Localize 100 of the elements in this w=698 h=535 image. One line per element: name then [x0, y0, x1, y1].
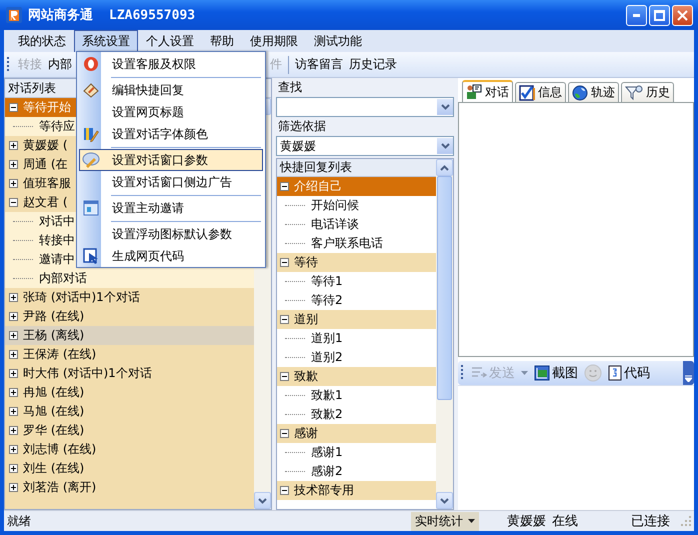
scroll-down-button[interactable]: [436, 492, 453, 509]
tree-item[interactable]: 致歉: [277, 367, 436, 386]
menu-item[interactable]: 个人设置: [138, 30, 202, 52]
tab[interactable]: 历史: [621, 82, 674, 102]
expand-icon[interactable]: [9, 445, 18, 454]
tree-item[interactable]: 等待: [277, 253, 436, 272]
menu-item[interactable]: 编辑快捷回复: [79, 79, 263, 101]
toolbar-button[interactable]: 访客留言: [292, 56, 346, 73]
edit-icon: [83, 82, 99, 98]
collapse-icon[interactable]: [280, 258, 289, 267]
screenshot-button[interactable]: 截图: [532, 364, 580, 382]
chevron-down-icon: [440, 143, 450, 149]
tree-item[interactable]: 内部对话: [39, 270, 87, 287]
expand-icon[interactable]: [9, 312, 18, 321]
scroll-down-button[interactable]: [254, 492, 271, 509]
tree-item[interactable]: 开始问候: [311, 197, 359, 214]
menu-item[interactable]: 设置对话窗口参数: [79, 149, 263, 171]
menu-item[interactable]: 设置对话窗口侧边广告: [79, 171, 263, 193]
toolbar-button[interactable]: 历史记录: [346, 56, 400, 73]
menu-item[interactable]: 帮助: [202, 30, 242, 52]
tab[interactable]: 轨迹: [568, 82, 619, 102]
screenshot-icon: [534, 365, 550, 381]
close-button[interactable]: [672, 4, 693, 26]
close-icon: [677, 10, 688, 20]
tree-item[interactable]: 感谢: [277, 424, 436, 443]
menu-item[interactable]: 测试功能: [306, 30, 370, 52]
menu-item[interactable]: 系统设置: [74, 30, 138, 52]
tree-item[interactable]: 等待1: [311, 273, 343, 290]
tab[interactable]: 信息: [515, 82, 566, 102]
status-text: 黄媛媛: [507, 513, 546, 530]
collapse-icon[interactable]: [9, 103, 18, 112]
tree-item[interactable]: 道别2: [311, 349, 343, 366]
tree-item[interactable]: 转接中: [39, 232, 75, 249]
menu-item[interactable]: 设置主动邀请: [79, 197, 263, 219]
expand-icon[interactable]: [9, 464, 18, 473]
maximize-icon: [654, 10, 665, 20]
menu-item[interactable]: 生成网页代码: [79, 245, 263, 267]
expand-icon[interactable]: [9, 369, 18, 378]
expand-icon[interactable]: [9, 179, 18, 188]
chevron-up-icon: [440, 164, 449, 170]
collapse-icon[interactable]: [280, 372, 289, 381]
maximize-button[interactable]: [649, 4, 670, 26]
tree-item[interactable]: 邀请中: [39, 251, 75, 268]
tree-item[interactable]: 客户联系电话: [311, 235, 383, 252]
collapse-icon[interactable]: [280, 315, 289, 324]
menu-item[interactable]: 我的状态: [10, 30, 74, 52]
caret-icon: [468, 519, 475, 523]
tree-item[interactable]: 道别: [277, 310, 436, 329]
tab[interactable]: 对话: [462, 80, 513, 102]
menu-item[interactable]: 设置浮动图标默认参数: [79, 223, 263, 245]
stats-dropdown[interactable]: 实时统计: [411, 512, 479, 530]
wrench-icon: [82, 152, 100, 168]
tree-item[interactable]: 致歉1: [311, 387, 343, 404]
tree-item[interactable]: 等待应: [39, 118, 75, 135]
toolbar-overflow-button[interactable]: [683, 361, 694, 385]
menu-item[interactable]: 使用期限: [242, 30, 306, 52]
expand-icon[interactable]: [9, 350, 18, 359]
account-id: LZA69557093: [109, 8, 196, 22]
expand-icon[interactable]: [9, 331, 18, 340]
tree-item[interactable]: 道别1: [311, 330, 343, 347]
tree-item[interactable]: 等待2: [311, 292, 343, 309]
expand-icon[interactable]: [9, 293, 18, 302]
minimize-button[interactable]: [626, 4, 647, 26]
smiley-icon: [584, 364, 602, 382]
pencil-icon: [83, 126, 99, 142]
menu-item[interactable]: 设置对话字体颜色: [79, 123, 263, 145]
list-header: 快捷回复列表: [277, 159, 436, 177]
tree-item[interactable]: 感谢2: [311, 463, 343, 480]
chevron-down-icon: [440, 104, 450, 110]
expand-icon[interactable]: [9, 160, 18, 169]
scroll-thumb[interactable]: [437, 176, 452, 400]
tree-item[interactable]: 致歉2: [311, 406, 343, 423]
overflow-icon: [685, 374, 692, 382]
collapse-icon[interactable]: [280, 486, 289, 495]
expand-icon[interactable]: [9, 407, 18, 416]
tree-item[interactable]: 技术部专用: [277, 481, 436, 500]
scroll-up-button[interactable]: [436, 159, 453, 176]
code-button[interactable]: 代码: [606, 364, 652, 382]
search-combo[interactable]: [276, 97, 454, 117]
collapse-icon[interactable]: [280, 429, 289, 438]
minimize-icon: [633, 14, 640, 16]
resize-grip-icon[interactable]: [680, 515, 692, 527]
send-icon: [471, 366, 487, 380]
ring-icon: [83, 56, 99, 72]
expand-icon[interactable]: [9, 388, 18, 397]
app-logo-icon: [6, 7, 22, 23]
cursor-icon: [83, 248, 99, 264]
menu-item[interactable]: 设置客服及权限: [79, 53, 263, 75]
tree-item[interactable]: 电话详谈: [311, 216, 359, 233]
toolbar-button[interactable]: 内部: [45, 56, 75, 73]
expand-icon[interactable]: [9, 483, 18, 492]
expand-icon[interactable]: [9, 141, 18, 150]
tree-item[interactable]: 对话中: [39, 213, 75, 230]
menu-item[interactable]: 设置网页标题: [79, 101, 263, 123]
collapse-icon[interactable]: [280, 182, 289, 191]
expand-icon[interactable]: [9, 426, 18, 435]
tree-item[interactable]: 感谢1: [311, 444, 343, 461]
tree-item[interactable]: 王杨 (离线): [5, 326, 254, 345]
collapse-icon[interactable]: [9, 198, 18, 207]
filter-combo[interactable]: 黄媛媛: [276, 136, 454, 156]
